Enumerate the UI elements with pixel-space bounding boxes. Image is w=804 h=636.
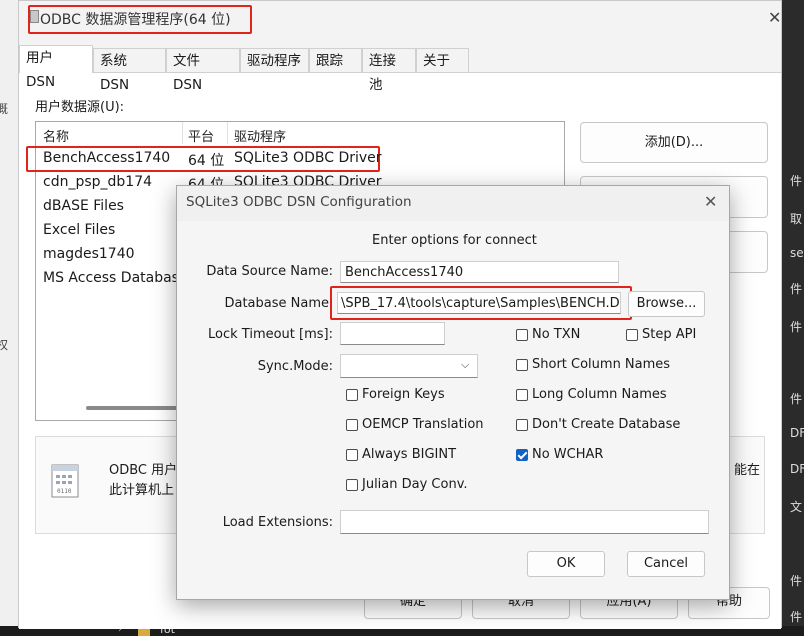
column-header-platform[interactable]: 平台 [188, 126, 214, 145]
list-item-name[interactable]: cdn_psp_db174 [43, 174, 152, 190]
oemcp-translation-label: OEMCP Translation [362, 417, 484, 432]
background-char: se [790, 246, 804, 260]
window-title: ODBC 数据源管理程序(64 位) [40, 12, 231, 28]
background-char: 概 [0, 102, 9, 116]
description-right-text: 能在 [734, 463, 761, 478]
foreign-keys-label: Foreign Keys [362, 387, 445, 402]
dialog-heading: Enter options for connect [372, 233, 537, 248]
julian-day-conv-checkbox[interactable] [346, 479, 358, 491]
list-item-name[interactable]: MS Access Database [43, 270, 188, 286]
dialog-cancel-button[interactable]: Cancel [627, 551, 705, 577]
odbc-doc-icon: 0110 [51, 464, 79, 498]
no-wchar-checkbox[interactable] [516, 449, 528, 461]
lock-timeout-label: Lock Timeout [ms]: [208, 327, 333, 342]
list-item-name[interactable]: Excel Files [43, 222, 115, 238]
user-data-sources-label: 用户数据源(U): [35, 100, 125, 115]
always-bigint-label: Always BIGINT [362, 447, 457, 462]
horizontal-scrollbar[interactable] [86, 406, 190, 410]
svg-text:0110: 0110 [57, 488, 72, 495]
oemcp-translation-checkbox[interactable] [346, 419, 358, 431]
background-char: 件 [790, 174, 803, 188]
list-item-platform: 64 位 [188, 153, 225, 169]
background-char: 件 [790, 574, 803, 588]
column-separator [227, 122, 228, 144]
background-char: 件 [790, 320, 803, 334]
short-column-names-checkbox[interactable] [516, 359, 528, 371]
step-api-label: Step API [642, 327, 697, 342]
data-source-name-input[interactable]: BenchAccess1740 [340, 261, 619, 283]
tab-file-dsn[interactable]: 文件 DSN [166, 48, 240, 93]
dialog-title: SQLite3 ODBC DSN Configuration [186, 194, 412, 210]
no-wchar-label: No WCHAR [532, 447, 604, 462]
description-line-2: 此计算机上 [109, 483, 175, 498]
column-header-name[interactable]: 名称 [43, 126, 69, 145]
tab-system-dsn[interactable]: 系统 DSN [93, 48, 166, 93]
list-item-name[interactable]: dBASE Files [43, 198, 124, 214]
tab-user-dsn[interactable]: 用户 DSN [19, 45, 93, 90]
background-char: 取 [790, 212, 803, 226]
background-char: DF [790, 462, 804, 476]
load-extensions-input[interactable] [340, 510, 709, 534]
long-column-names-checkbox[interactable] [516, 389, 528, 401]
background-char: 件 [790, 610, 803, 624]
app-icon [30, 10, 39, 23]
column-header-driver[interactable]: 驱动程序 [234, 126, 286, 145]
browse-button[interactable]: Browse... [628, 291, 705, 317]
data-source-name-label: Data Source Name: [206, 264, 333, 279]
long-column-names-label: Long Column Names [532, 387, 667, 402]
background-right-strip: 件 取 se 件 件 件 DF DF 文 件 件 [782, 0, 804, 636]
background-char: 文 [790, 500, 803, 514]
tab-tracing[interactable]: 跟踪 [309, 48, 362, 72]
julian-day-conv-label: Julian Day Conv. [362, 477, 468, 492]
lock-timeout-input[interactable] [340, 322, 445, 345]
always-bigint-checkbox[interactable] [346, 449, 358, 461]
add-button[interactable]: 添加(D)... [580, 122, 768, 163]
tab-drivers[interactable]: 驱动程序 [240, 48, 309, 72]
sync-mode-label: Sync.Mode: [257, 359, 333, 374]
description-line-1: ODBC 用户 [109, 463, 178, 478]
close-icon[interactable]: ✕ [768, 8, 781, 27]
dont-create-database-checkbox[interactable] [516, 419, 528, 431]
short-column-names-label: Short Column Names [532, 357, 671, 372]
foreign-keys-checkbox[interactable] [346, 389, 358, 401]
step-api-checkbox[interactable] [626, 329, 638, 341]
sync-mode-select[interactable] [340, 354, 478, 378]
load-extensions-label: Load Extensions: [222, 515, 333, 530]
tab-about[interactable]: 关于 [416, 48, 469, 72]
no-txn-checkbox[interactable] [516, 329, 528, 341]
column-separator [182, 122, 183, 144]
list-item-name[interactable]: magdes1740 [43, 246, 135, 262]
background-left-strip: 概 权 [0, 0, 18, 636]
chevron-down-icon[interactable]: ⌵ [461, 358, 469, 372]
list-item-name[interactable]: BenchAccess1740 [43, 150, 170, 166]
dont-create-database-label: Don't Create Database [532, 417, 681, 432]
database-highlight-box [330, 286, 632, 320]
dialog-ok-button[interactable]: OK [527, 551, 605, 577]
list-item-driver: SQLite3 ODBC Driver [234, 150, 382, 166]
background-char: DF [790, 426, 804, 440]
close-icon[interactable]: ✕ [704, 192, 717, 211]
background-char: 件 [790, 282, 803, 296]
background-char: 件 [790, 392, 803, 406]
background-char: 权 [0, 338, 9, 352]
database-name-label: Database Name [224, 296, 329, 311]
no-txn-label: No TXN [532, 327, 581, 342]
tab-connection-pool[interactable]: 连接池 [362, 48, 416, 93]
